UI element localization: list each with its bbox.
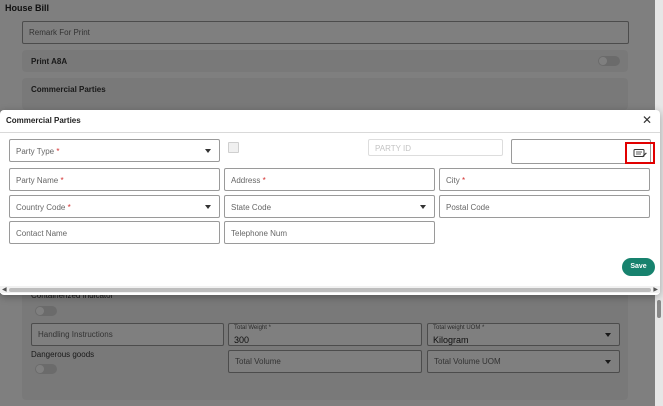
party-id-placeholder: PARTY ID: [375, 144, 412, 153]
modal-horizontal-scrollbar[interactable]: ◀ ▶: [0, 286, 660, 293]
address-book-lookup-button[interactable]: [625, 142, 655, 164]
contact-name-field[interactable]: Contact Name: [9, 221, 220, 244]
telephone-num-placeholder: Telephone Num: [231, 229, 288, 238]
country-code-label: Country Code *: [16, 203, 71, 212]
address-book-icon: [633, 148, 647, 157]
chevron-down-icon: [420, 204, 426, 209]
address-label: Address *: [231, 176, 266, 185]
state-code-select[interactable]: State Code: [224, 195, 435, 218]
telephone-num-field[interactable]: Telephone Num: [224, 221, 435, 244]
address-field[interactable]: Address *: [224, 168, 435, 191]
chevron-down-icon: [205, 148, 211, 153]
party-id-field[interactable]: PARTY ID: [368, 139, 503, 156]
postal-code-placeholder: Postal Code: [446, 203, 490, 212]
scroll-left-icon[interactable]: ◀: [2, 286, 7, 293]
party-checkbox[interactable]: [228, 142, 239, 153]
city-label: City *: [446, 176, 466, 185]
party-type-select[interactable]: Party Type *: [9, 139, 220, 162]
party-type-label: Party Type *: [16, 147, 60, 156]
scrollbar-thumb[interactable]: [9, 288, 651, 292]
city-field[interactable]: City *: [439, 168, 650, 191]
close-icon[interactable]: ✕: [642, 114, 652, 126]
page-scrollbar-thumb[interactable]: [657, 300, 661, 318]
state-code-label: State Code: [231, 203, 272, 212]
postal-code-field[interactable]: Postal Code: [439, 195, 650, 218]
save-button[interactable]: Save: [622, 258, 655, 276]
party-name-field[interactable]: Party Name *: [9, 168, 220, 191]
country-code-select[interactable]: Country Code *: [9, 195, 220, 218]
modal-divider: [0, 132, 660, 133]
contact-name-placeholder: Contact Name: [16, 229, 68, 238]
chevron-down-icon: [205, 204, 211, 209]
modal-title: Commercial Parties: [6, 116, 81, 125]
party-name-label: Party Name *: [16, 176, 64, 185]
scroll-right-icon[interactable]: ▶: [653, 286, 658, 293]
